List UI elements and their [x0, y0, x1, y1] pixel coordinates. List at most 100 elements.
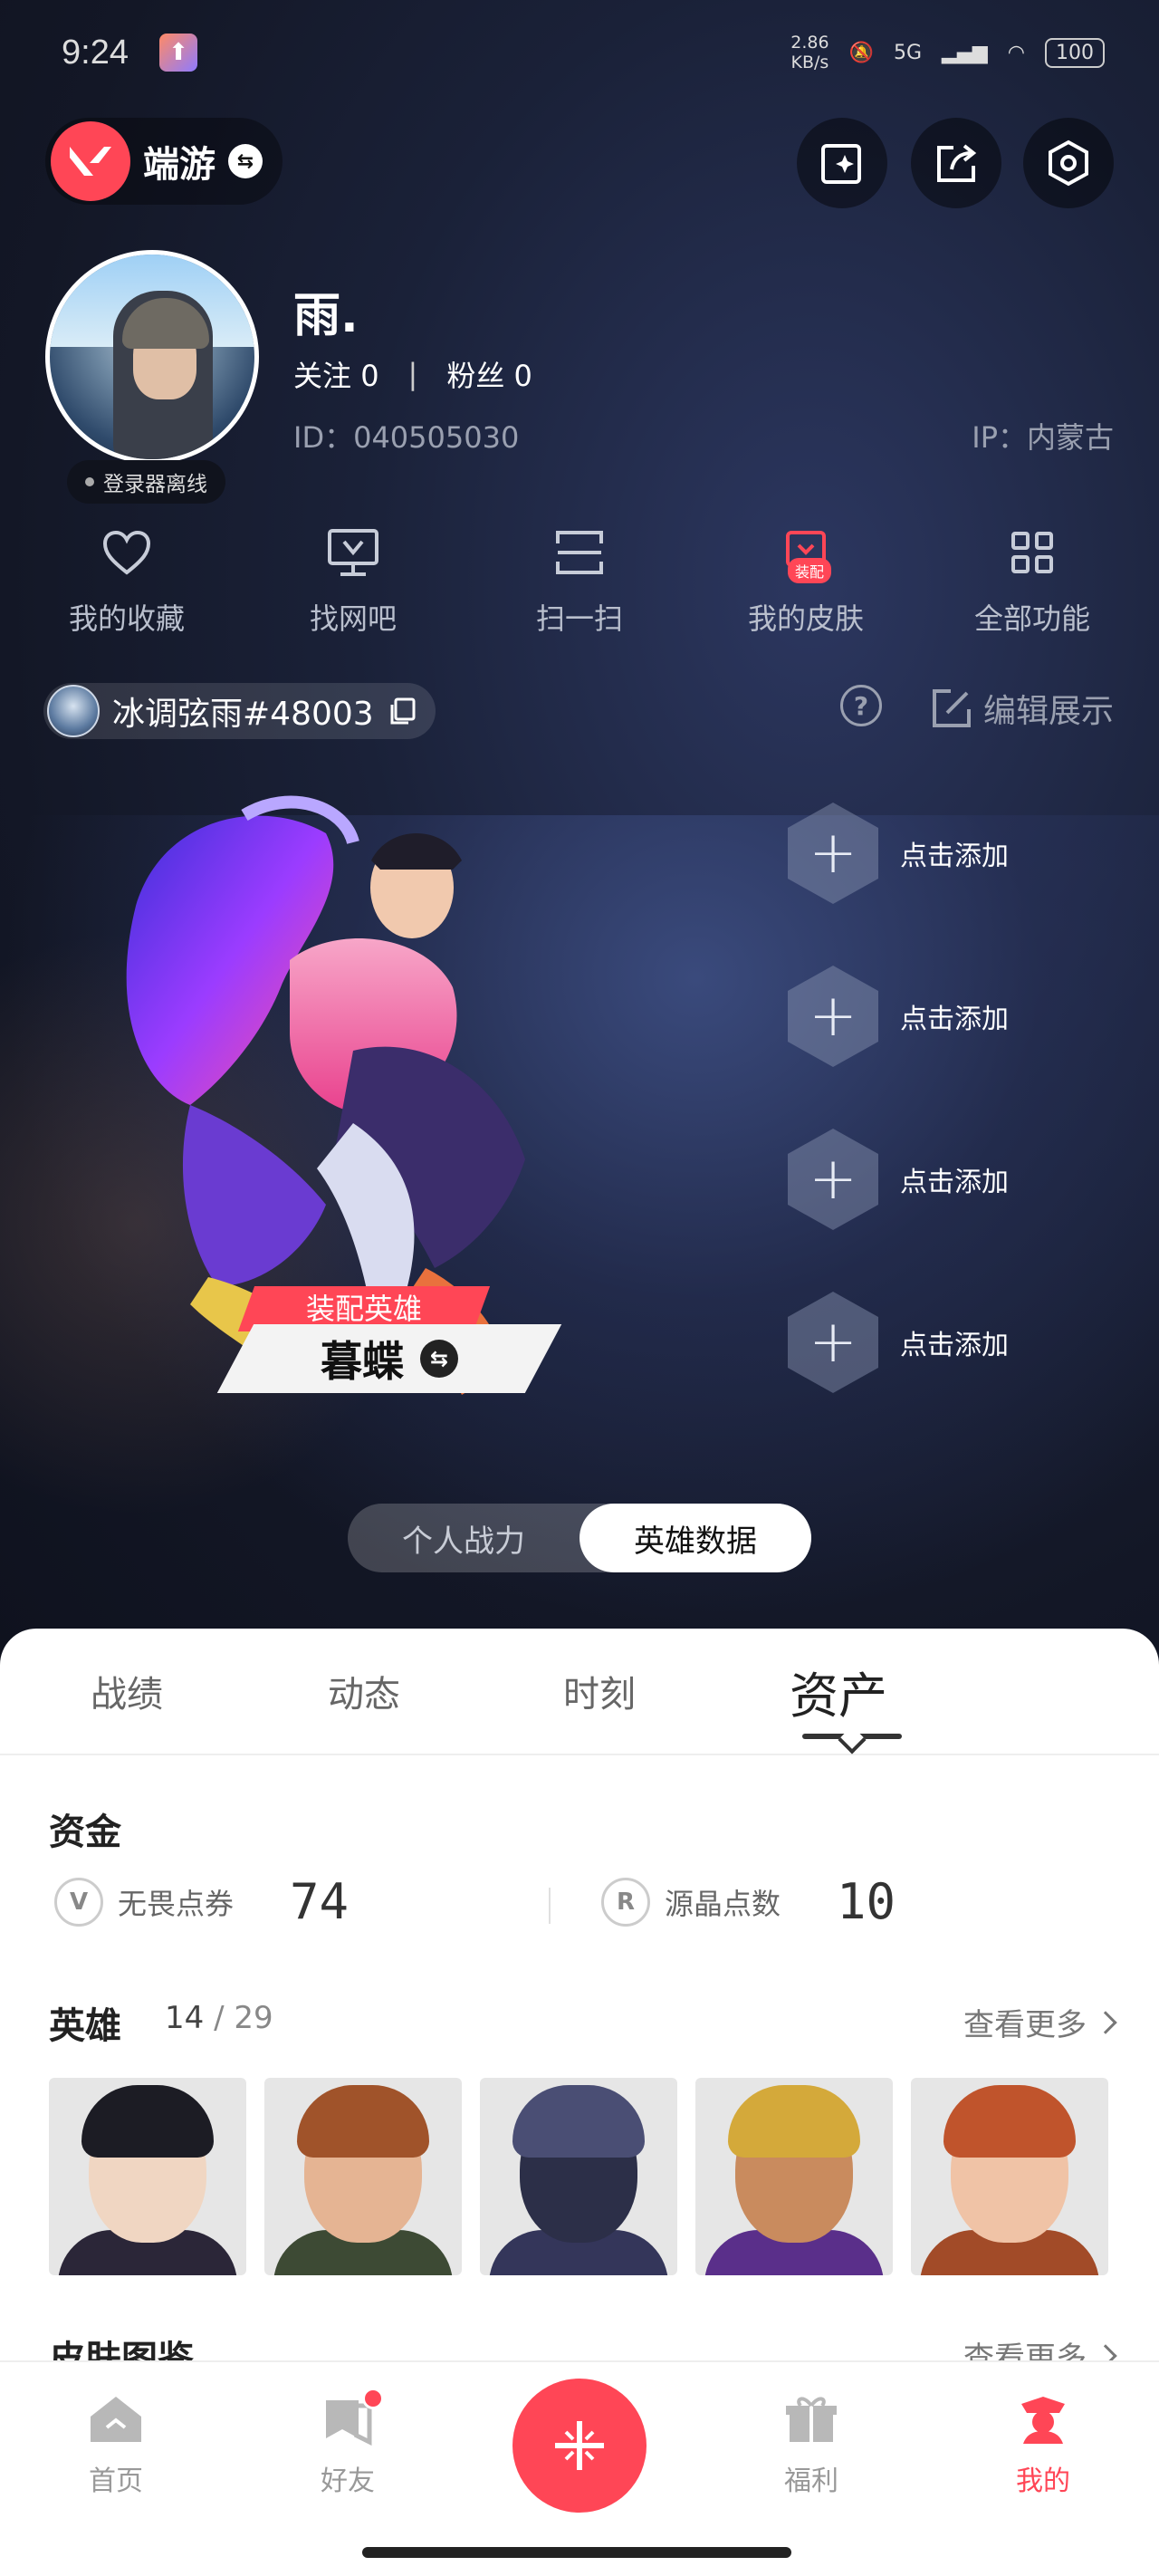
plus-icon: + — [788, 803, 878, 904]
showcase-slot-3[interactable]: + 点击添加 — [788, 1129, 1009, 1230]
radianite-icon: R — [601, 1877, 650, 1927]
hero-card[interactable] — [49, 2078, 246, 2275]
tab-record[interactable]: 战绩 — [91, 1665, 163, 1717]
slot-label: 点击添加 — [900, 841, 1009, 872]
heart-icon — [100, 525, 154, 580]
user-id: ID：040505030 — [293, 420, 520, 455]
quick-action-internet-cafe[interactable]: 找网吧 — [254, 525, 453, 638]
slot-label: 点击添加 — [900, 1330, 1009, 1361]
equipped-hero-name[interactable]: 暮蝶 ⇆ — [235, 1324, 543, 1393]
status-dot-icon — [85, 477, 94, 486]
nav-home[interactable]: 首页 — [53, 2393, 179, 2498]
quick-action-label: 我的收藏 — [68, 601, 185, 636]
heroes-see-more[interactable]: 查看更多 — [963, 2000, 1117, 2044]
scan-icon — [552, 525, 607, 580]
launcher-status-text: 登录器离线 — [103, 473, 207, 496]
avatar[interactable] — [45, 250, 259, 464]
game-name: 端游 — [143, 144, 216, 186]
fund-value: 74 — [290, 1873, 350, 1930]
fund-label: 无畏点券 — [118, 1886, 235, 1921]
showcase-slot-4[interactable]: + 点击添加 — [788, 1292, 1009, 1393]
edit-showcase-button[interactable]: 编辑展示 — [931, 685, 1114, 732]
showcase-slot-2[interactable]: + 点击添加 — [788, 966, 1009, 1067]
create-post-button[interactable] — [512, 2379, 647, 2513]
nickname: 雨. — [293, 289, 359, 343]
profile-icon — [1021, 2397, 1065, 2444]
plus-icon — [555, 2421, 604, 2470]
share-icon — [937, 144, 977, 182]
segment-personal-power[interactable]: 个人战力 — [348, 1504, 580, 1572]
tab-assets[interactable]: 资产 — [790, 1656, 887, 1727]
equip-badge: 装配 — [788, 558, 832, 583]
hero-list — [49, 2078, 1108, 2275]
plus-icon: + — [788, 966, 878, 1067]
share-button[interactable] — [911, 118, 1001, 208]
swap-icon: ⇆ — [228, 144, 263, 178]
slot-label: 点击添加 — [900, 1004, 1009, 1035]
divider: | — [407, 357, 418, 391]
nav-benefits[interactable]: 福利 — [748, 2393, 875, 2498]
player-card-avatar — [47, 685, 100, 737]
nav-label: 好友 — [321, 2465, 375, 2497]
hero-card[interactable] — [480, 2078, 677, 2275]
signal-icon: ▂▄▆ — [942, 41, 988, 64]
home-indicator — [362, 2547, 791, 2558]
edit-icon — [932, 689, 971, 727]
nav-label: 福利 — [784, 2465, 838, 2497]
quick-action-label: 全部功能 — [973, 601, 1090, 636]
quick-action-label: 我的皮肤 — [747, 601, 864, 636]
funds-title: 资金 — [49, 1812, 121, 1853]
status-bar: 9:24 ⬆ 2.86 KB/s 🔕 5G ▂▄▆ ◠ 100 — [62, 25, 1105, 80]
segment-hero-data[interactable]: 英雄数据 — [580, 1504, 811, 1572]
quick-action-favorites[interactable]: 我的收藏 — [27, 525, 226, 638]
speed-unit: KB/s — [790, 53, 829, 72]
quick-action-my-skins[interactable]: 装配 我的皮肤 — [706, 525, 905, 638]
valorant-points-icon: V — [54, 1877, 103, 1927]
nav-me[interactable]: 我的 — [980, 2393, 1106, 2498]
home-icon — [91, 2397, 141, 2442]
gift-icon — [786, 2397, 837, 2442]
fund-label: 源晶点数 — [665, 1886, 781, 1921]
riot-id-chip[interactable]: 冰调弦雨#48003 — [43, 683, 436, 739]
hero-card[interactable] — [911, 2078, 1108, 2275]
hero-card[interactable] — [695, 2078, 893, 2275]
quick-action-all-features[interactable]: 全部功能 — [933, 525, 1132, 638]
follow-stats: 关注 0 | 粉丝 0 — [293, 353, 532, 395]
showcase-slot-1[interactable]: + 点击添加 — [788, 803, 1009, 904]
plus-icon: + — [788, 1292, 878, 1393]
new-post-icon — [821, 144, 861, 184]
riot-id-text: 冰调弦雨#48003 — [112, 696, 374, 733]
quick-action-scan[interactable]: 扫一扫 — [480, 525, 679, 638]
heroes-title: 英雄 — [49, 2005, 121, 2047]
wifi-icon: ◠ — [1007, 41, 1025, 64]
valorant-logo-icon — [51, 121, 130, 201]
nav-label: 我的 — [1016, 2465, 1070, 2497]
fans-count: 0 — [513, 359, 532, 393]
tab-moments[interactable]: 时刻 — [563, 1665, 636, 1717]
chevron-right-icon — [1094, 2010, 1117, 2034]
slot-label: 点击添加 — [900, 1167, 1009, 1198]
stats-segment-control: 个人战力 英雄数据 — [348, 1504, 811, 1572]
nav-label: 首页 — [89, 2465, 143, 2497]
following-label: 关注 — [293, 359, 352, 393]
game-switcher[interactable]: 端游 ⇆ — [45, 118, 283, 205]
quick-action-label: 找网吧 — [309, 601, 397, 636]
fans-link[interactable]: 粉丝 0 — [446, 353, 532, 395]
monitor-icon — [326, 525, 380, 580]
add-post-button[interactable] — [797, 118, 887, 208]
copy-icon[interactable] — [387, 696, 417, 726]
help-icon[interactable]: ? — [840, 685, 882, 726]
hero-card[interactable] — [264, 2078, 462, 2275]
grid-icon — [1005, 525, 1059, 580]
divider — [549, 1888, 551, 1924]
app-update-icon: ⬆ — [158, 34, 197, 72]
heroes-owned: 14 — [165, 2000, 205, 2036]
settings-button[interactable] — [1023, 118, 1114, 208]
following-link[interactable]: 关注 0 — [293, 353, 379, 395]
quick-actions: 我的收藏 找网吧 扫一扫 装配 我的皮肤 全部功能 — [27, 525, 1132, 638]
ip-location: IP：内蒙古 — [972, 420, 1114, 455]
nav-friends[interactable]: 好友 — [284, 2388, 411, 2498]
tab-feed[interactable]: 动态 — [328, 1665, 400, 1717]
edit-showcase-label: 编辑展示 — [982, 693, 1114, 730]
notification-dot — [362, 2388, 384, 2409]
